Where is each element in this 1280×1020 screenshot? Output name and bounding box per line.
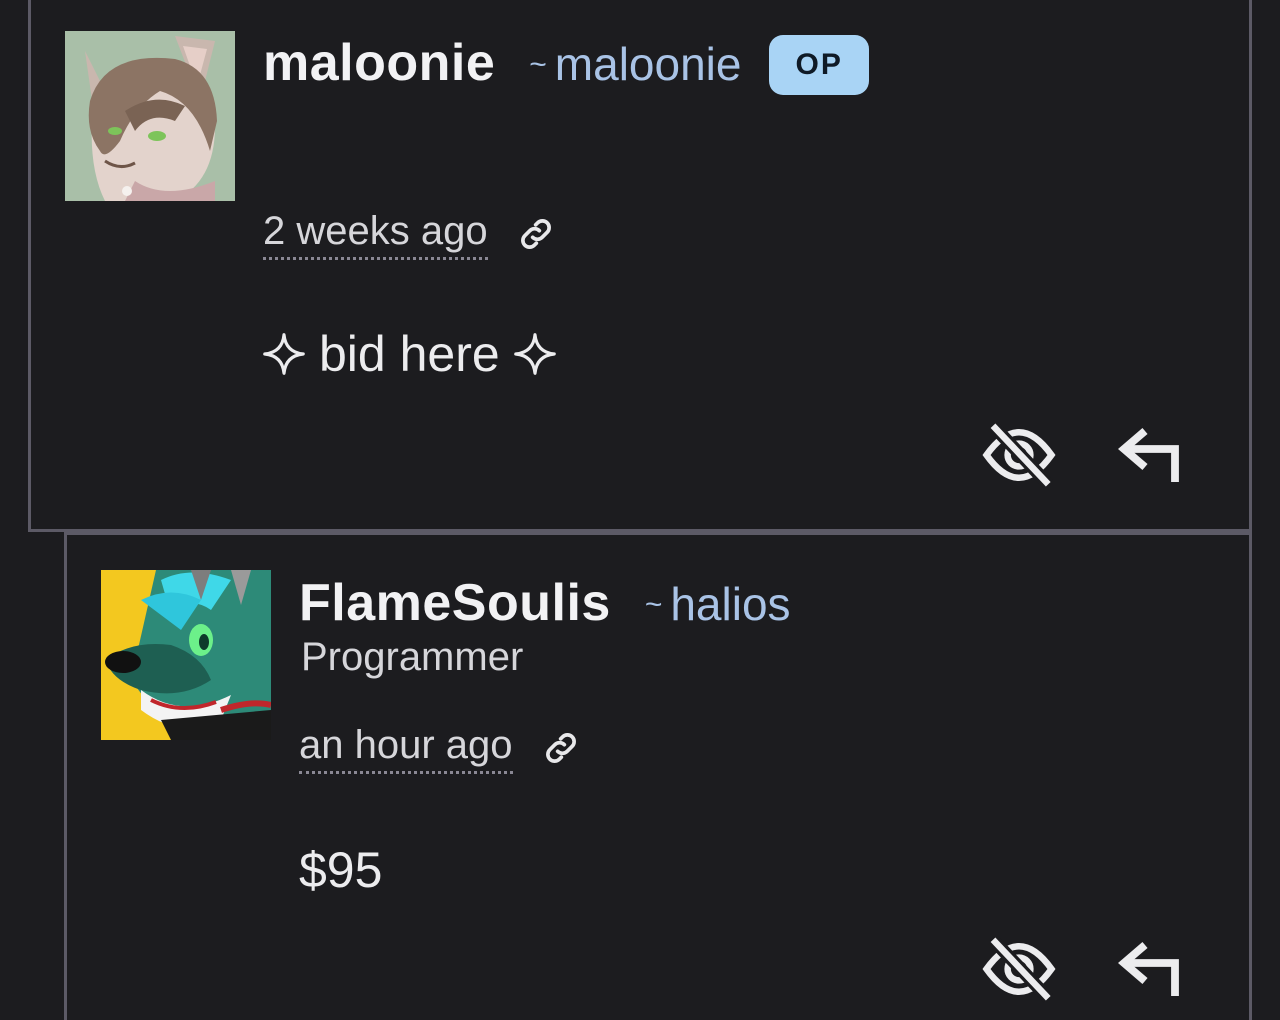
author-title: Programmer (301, 635, 524, 679)
author-row: FlameSoulis ~ halios (299, 573, 791, 633)
permalink-icon[interactable] (516, 214, 556, 254)
op-badge: OP (769, 35, 869, 95)
handle-tilde: ~ (529, 48, 547, 81)
wolf-character-avatar-icon (101, 570, 271, 740)
permalink-icon[interactable] (541, 728, 581, 768)
comment-body: bid here (263, 325, 556, 383)
comment-actions (979, 929, 1191, 1009)
reply-icon (1118, 942, 1179, 996)
reply-button[interactable] (1111, 415, 1191, 495)
author-row: maloonie ~ maloonie OP (263, 33, 869, 101)
hide-icon (982, 935, 1056, 1003)
cat-character-avatar-icon (65, 31, 235, 201)
hide-comment-button[interactable] (979, 415, 1059, 495)
comment-actions (979, 415, 1191, 495)
author-display-name[interactable]: FlameSoulis (299, 573, 611, 633)
timestamp-row: 2 weeks ago (263, 207, 556, 260)
comment-body-text: $95 (299, 842, 383, 898)
reply-icon (1118, 428, 1179, 482)
author-display-name[interactable]: maloonie (263, 33, 495, 93)
user-avatar[interactable] (101, 570, 271, 740)
author-handle[interactable]: ~ halios (645, 577, 791, 631)
comment-body-text: bid here (319, 326, 500, 382)
comment-timestamp[interactable]: 2 weeks ago (263, 207, 488, 260)
hide-comment-button[interactable] (979, 929, 1059, 1009)
handle-text: maloonie (554, 38, 742, 90)
author-handle[interactable]: ~ maloonie (529, 37, 741, 91)
handle-text: halios (670, 578, 791, 630)
sparkle-icon (263, 333, 305, 375)
handle-tilde: ~ (644, 588, 663, 621)
user-avatar[interactable] (65, 31, 235, 201)
reply-button[interactable] (1111, 929, 1191, 1009)
comment-thread: maloonie ~ maloonie OP 2 weeks ago bid he… (0, 0, 1280, 1020)
comment-body: $95 (299, 841, 382, 899)
comment-timestamp[interactable]: an hour ago (299, 721, 513, 774)
sparkle-icon (513, 333, 556, 375)
hide-icon (982, 421, 1056, 489)
comment-maloonie: maloonie ~ maloonie OP 2 weeks ago bid he… (28, 0, 1252, 532)
comment-flamesoulis: FlameSoulis ~ halios Programmer an hour a… (64, 532, 1252, 1020)
timestamp-row: an hour ago (299, 721, 581, 774)
